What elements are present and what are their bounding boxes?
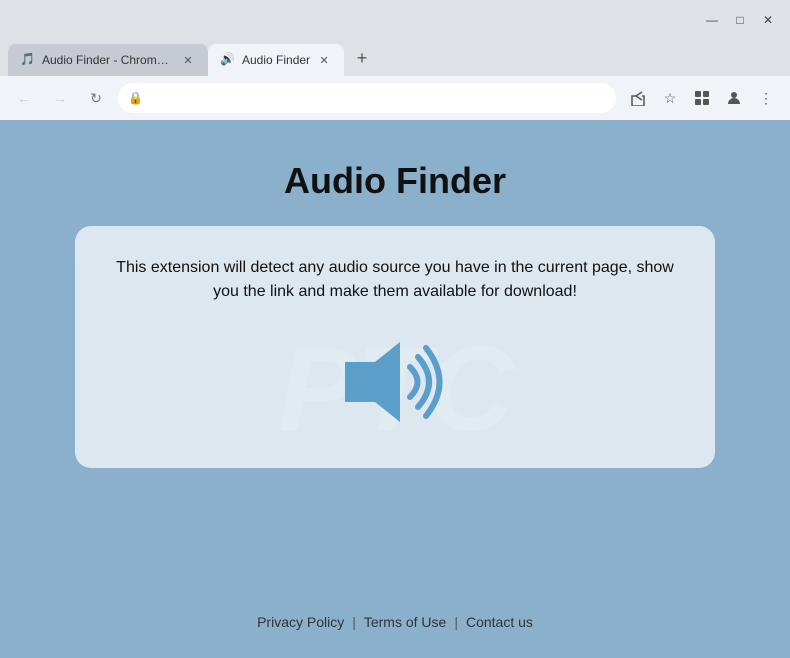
address-box[interactable]: 🔒 <box>118 83 616 113</box>
tab-title-2: Audio Finder <box>242 53 310 67</box>
window-controls: — □ ✕ <box>698 6 782 34</box>
tab-close-2[interactable]: ✕ <box>316 52 332 68</box>
tab-favicon-1: 🎵 <box>20 52 36 68</box>
profile-icon[interactable] <box>720 84 748 112</box>
tabs-bar: 🎵 Audio Finder - Chrome Web ... ✕ 🔊 Audi… <box>0 40 790 76</box>
speaker-icon <box>335 332 455 432</box>
forward-button[interactable]: → <box>46 84 74 112</box>
minimize-button[interactable]: — <box>698 6 726 34</box>
toolbar-icons: ☆ ⋮ <box>624 84 780 112</box>
close-button[interactable]: ✕ <box>754 6 782 34</box>
reload-button[interactable]: ↻ <box>82 84 110 112</box>
info-card: This extension will detect any audio sou… <box>75 226 715 468</box>
terms-of-use-link[interactable]: Terms of Use <box>364 614 446 630</box>
tab-close-1[interactable]: ✕ <box>180 52 196 68</box>
new-tab-button[interactable]: + <box>348 44 376 72</box>
menu-icon[interactable]: ⋮ <box>752 84 780 112</box>
contact-us-link[interactable]: Contact us <box>466 614 533 630</box>
tab-chrome-web[interactable]: 🎵 Audio Finder - Chrome Web ... ✕ <box>8 44 208 76</box>
tab-favicon-2: 🔊 <box>220 52 236 68</box>
tab-audio-finder[interactable]: 🔊 Audio Finder ✕ <box>208 44 344 76</box>
page-content: PTC Audio Finder This extension will det… <box>0 120 790 658</box>
lock-icon: 🔒 <box>128 91 143 105</box>
tab-title-1: Audio Finder - Chrome Web ... <box>42 53 174 67</box>
privacy-policy-link[interactable]: Privacy Policy <box>257 614 344 630</box>
share-icon[interactable] <box>624 84 652 112</box>
footer-sep-1: | <box>352 614 356 630</box>
address-bar: ← → ↻ 🔒 ☆ <box>0 76 790 120</box>
page-title: Audio Finder <box>284 160 506 202</box>
back-button[interactable]: ← <box>10 84 38 112</box>
page-footer: Privacy Policy | Terms of Use | Contact … <box>257 598 533 638</box>
bookmark-icon[interactable]: ☆ <box>656 84 684 112</box>
maximize-button[interactable]: □ <box>726 6 754 34</box>
footer-sep-2: | <box>454 614 458 630</box>
title-bar: — □ ✕ <box>0 0 790 40</box>
chrome-window: — □ ✕ 🎵 Audio Finder - Chrome Web ... ✕ … <box>0 0 790 658</box>
card-description: This extension will detect any audio sou… <box>111 256 679 304</box>
extension-icon[interactable] <box>688 84 716 112</box>
